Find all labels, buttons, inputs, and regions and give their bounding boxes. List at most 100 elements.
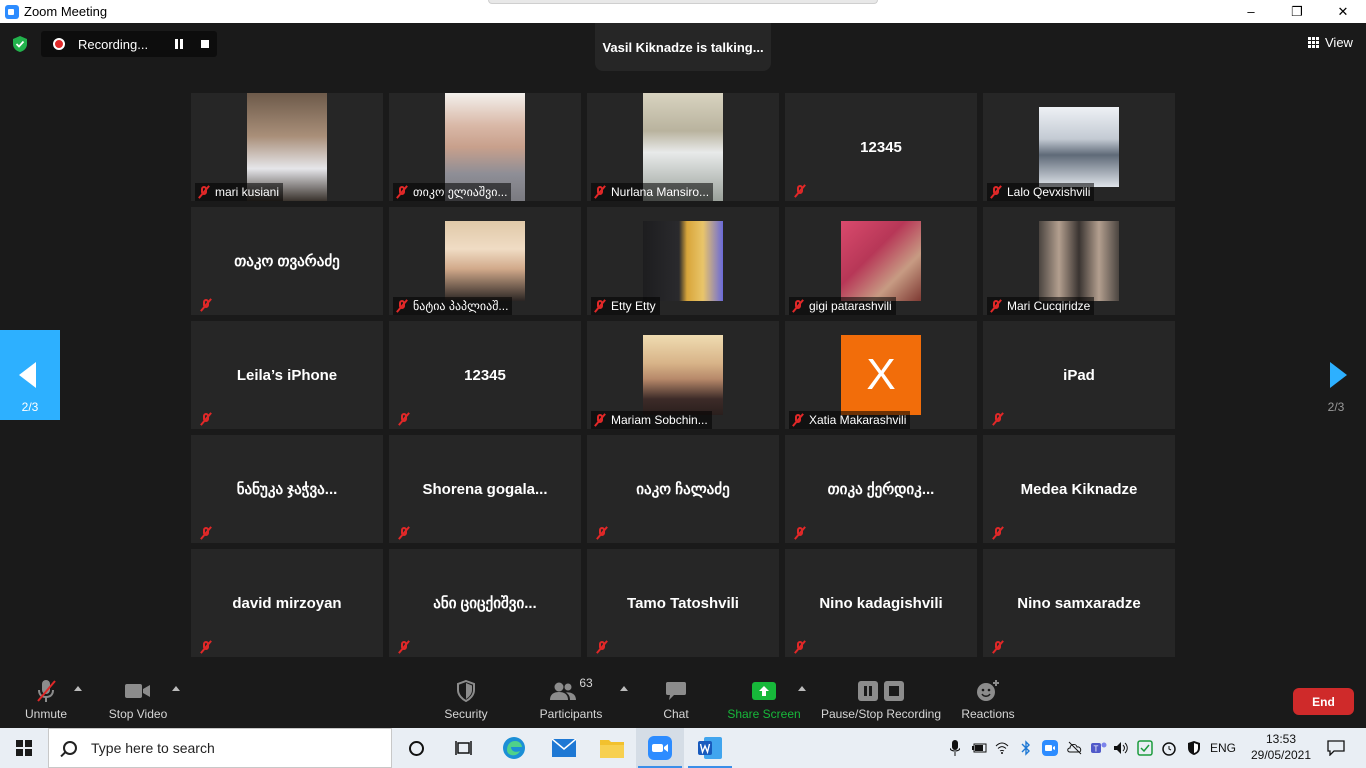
reactions-button[interactable]: Reactions	[958, 668, 1018, 728]
participant-name: თაკო თვარაძე	[234, 253, 340, 270]
taskbar-search-box[interactable]: Type here to search	[48, 728, 392, 768]
chat-button[interactable]: Chat	[660, 668, 692, 728]
participant-tile[interactable]: Lalo Qevxishvili	[983, 93, 1175, 201]
participants-button[interactable]: 63 Participants	[538, 668, 604, 728]
participant-tile[interactable]: 12345	[785, 93, 977, 201]
participant-tile[interactable]: Mari Cucqiridze	[983, 207, 1175, 315]
alarm-tray-icon[interactable]	[1160, 728, 1178, 768]
participant-tile[interactable]: ნატია პაპლიაშ...	[389, 207, 581, 315]
zoom-tray-icon[interactable]	[1040, 728, 1060, 768]
participant-tile[interactable]: თიკა ქერდიკ...	[785, 435, 977, 543]
participant-avatar-image	[841, 221, 921, 301]
pause-recording-icon[interactable]	[174, 39, 184, 49]
participant-tile[interactable]: ნანუკა ჯაჭვა...	[191, 435, 383, 543]
next-page-button[interactable]: 2/3	[1316, 330, 1356, 420]
word-app-button[interactable]	[686, 728, 734, 768]
chevron-left-icon	[19, 362, 36, 388]
muted-mic-icon	[199, 640, 213, 654]
participant-nameplate: gigi patarashvili	[789, 297, 896, 315]
participant-name: 12345	[464, 366, 506, 384]
muted-mic-icon	[991, 640, 1005, 654]
participant-tile[interactable]: Mariam Sobchin...	[587, 321, 779, 429]
volume-tray-icon[interactable]	[1112, 728, 1130, 768]
participant-nameplate: Etty Etty	[591, 297, 660, 315]
minimize-button[interactable]: –	[1228, 0, 1274, 23]
participant-tile[interactable]: Nurlana Mansiro...	[587, 93, 779, 201]
bluetooth-tray-icon[interactable]	[1018, 728, 1034, 768]
participant-tile[interactable]: Nino kadagishvili	[785, 549, 977, 657]
task-view-button[interactable]	[440, 728, 488, 768]
participant-nameplate: თიკო ელიაშვი...	[393, 183, 512, 201]
microphone-tray-icon[interactable]	[946, 728, 964, 768]
previous-page-button[interactable]: 2/3	[0, 330, 60, 420]
participant-avatar-image	[643, 335, 723, 415]
participant-tile[interactable]: david mirzoyan	[191, 549, 383, 657]
participant-tile[interactable]: თაკო თვარაძე	[191, 207, 383, 315]
share-screen-button[interactable]: Share Screen	[727, 668, 801, 728]
input-language-indicator[interactable]: ENG	[1208, 728, 1238, 768]
participant-name: იაკო ჩალაძე	[636, 481, 730, 498]
share-options-caret-icon[interactable]	[798, 686, 806, 691]
muted-mic-icon	[593, 299, 607, 313]
participant-nameplate: Lalo Qevxishvili	[987, 183, 1095, 201]
teams-tray-icon[interactable]: T	[1090, 728, 1108, 768]
pause-stop-recording-button[interactable]: Pause/Stop Recording	[820, 668, 942, 728]
participant-tile[interactable]: ანი ციცქიშვი...	[389, 549, 581, 657]
participant-tile[interactable]: X Xatia Makarashvili	[785, 321, 977, 429]
taskbar-clock[interactable]: 13:53 29/05/2021	[1248, 731, 1314, 763]
muted-mic-icon	[397, 412, 411, 426]
participant-tile[interactable]: 12345	[389, 321, 581, 429]
whatsapp-tray-icon[interactable]	[1136, 728, 1154, 768]
start-button[interactable]	[0, 728, 48, 768]
participant-name: თიკო ელიაშვი...	[413, 185, 508, 199]
muted-mic-icon	[793, 184, 807, 198]
security-button[interactable]: Security	[441, 668, 491, 728]
file-explorer-button[interactable]	[588, 728, 636, 768]
video-camera-icon	[125, 676, 151, 706]
video-options-caret-icon[interactable]	[172, 686, 180, 691]
unmute-button[interactable]: Unmute	[20, 668, 72, 728]
stop-video-button[interactable]: Stop Video	[106, 668, 170, 728]
task-view-icon	[455, 741, 472, 755]
window-titlebar: Zoom Meeting – ❐ ✕	[0, 0, 1366, 23]
end-meeting-button[interactable]: End	[1293, 688, 1354, 715]
recording-label: Recording...	[78, 36, 149, 52]
wifi-tray-icon[interactable]	[994, 728, 1010, 768]
cortana-button[interactable]	[392, 728, 440, 768]
participant-name: Medea Kiknadze	[1020, 480, 1138, 498]
participant-tile[interactable]: Leila’s iPhone	[191, 321, 383, 429]
close-button[interactable]: ✕	[1320, 0, 1366, 23]
stop-recording-icon[interactable]	[201, 40, 209, 48]
participant-tile[interactable]: iPad	[983, 321, 1175, 429]
battery-tray-icon[interactable]	[970, 728, 988, 768]
participant-tile[interactable]: Nino samxaradze	[983, 549, 1175, 657]
mail-app-button[interactable]	[540, 728, 588, 768]
participant-tile[interactable]: Etty Etty	[587, 207, 779, 315]
participant-tile[interactable]: იაკო ჩალაძე	[587, 435, 779, 543]
audio-options-caret-icon[interactable]	[74, 686, 82, 691]
maximize-button[interactable]: ❐	[1274, 0, 1320, 23]
zoom-app-taskbar-button[interactable]	[636, 728, 684, 768]
muted-microphone-icon	[35, 676, 57, 706]
cloud-off-tray-icon[interactable]	[1066, 728, 1084, 768]
windows-logo-icon	[16, 740, 32, 756]
muted-mic-icon	[989, 299, 1003, 313]
participant-tile[interactable]: თიკო ელიაშვი...	[389, 93, 581, 201]
participant-tile[interactable]: Medea Kiknadze	[983, 435, 1175, 543]
view-button[interactable]: View	[1308, 35, 1353, 50]
meeting-toolbar: Unmute Stop Video Security 63 Participan…	[0, 668, 1366, 728]
participant-tile[interactable]: gigi patarashvili	[785, 207, 977, 315]
participants-options-caret-icon[interactable]	[620, 686, 628, 691]
participant-name: Nino kadagishvili	[819, 594, 943, 612]
muted-mic-icon	[595, 640, 609, 654]
edge-app-button[interactable]	[490, 728, 538, 768]
encryption-shield-icon[interactable]	[11, 35, 29, 53]
participant-tile[interactable]: mari kusiani	[191, 93, 383, 201]
participant-avatar-image	[643, 221, 723, 301]
notifications-button[interactable]	[1318, 728, 1354, 768]
participant-tile[interactable]: Shorena gogala...	[389, 435, 581, 543]
participant-tile[interactable]: Tamo Tatoshvili	[587, 549, 779, 657]
muted-mic-icon	[395, 299, 409, 313]
muted-mic-icon	[593, 185, 607, 199]
security-tray-icon[interactable]	[1184, 728, 1204, 768]
